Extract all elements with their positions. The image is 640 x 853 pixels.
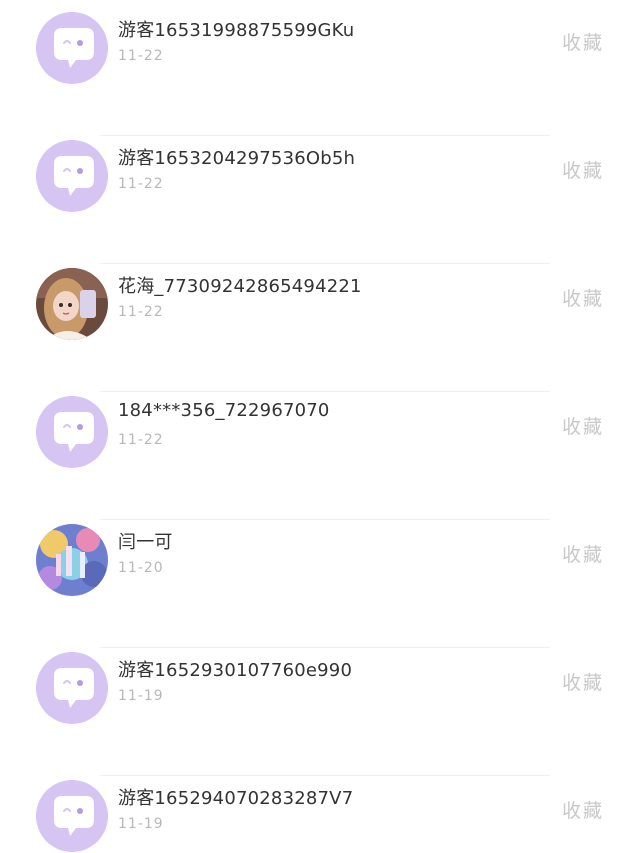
visitor-name: 闫一可: [118, 532, 173, 553]
collect-button[interactable]: 收藏: [562, 796, 604, 823]
chat-bubble-icon: [54, 412, 94, 452]
user-photo: [36, 268, 108, 340]
list-item[interactable]: 184***356_722967070 11-22 收藏: [0, 392, 640, 520]
avatar[interactable]: [36, 524, 108, 596]
avatar[interactable]: [36, 268, 108, 340]
visitor-name: 游客1652930107760e990: [118, 660, 353, 681]
visit-date: 11-22: [118, 304, 164, 320]
list-item[interactable]: 游客16531998875599GKu 11-22 收藏: [0, 8, 640, 136]
visitor-list: 游客16531998875599GKu 11-22 收藏 游客165320429…: [0, 0, 640, 853]
collect-button[interactable]: 收藏: [562, 284, 604, 311]
visitor-name: 游客1653204297536Ob5h: [118, 148, 356, 169]
avatar[interactable]: [36, 396, 108, 468]
avatar[interactable]: [36, 140, 108, 212]
list-item[interactable]: 游客1652930107760e990 11-19 收藏: [0, 648, 640, 776]
collect-button[interactable]: 收藏: [562, 540, 604, 567]
visit-date: 11-22: [118, 432, 164, 448]
visit-date: 11-19: [118, 688, 164, 704]
collect-button[interactable]: 收藏: [562, 28, 604, 55]
chat-bubble-icon: [54, 668, 94, 708]
visit-date: 11-19: [118, 816, 164, 832]
list-item[interactable]: 游客1653204297536Ob5h 11-22 收藏: [0, 136, 640, 264]
list-item[interactable]: 闫一可 11-20 收藏: [0, 520, 640, 648]
user-photo: [36, 524, 108, 596]
visit-date: 11-22: [118, 176, 164, 192]
collect-button[interactable]: 收藏: [562, 412, 604, 439]
collect-button[interactable]: 收藏: [562, 668, 604, 695]
visitor-name: 花海_77309242865494221: [118, 276, 362, 297]
collect-button[interactable]: 收藏: [562, 156, 604, 183]
list-item[interactable]: 花海_77309242865494221 11-22 收藏: [0, 264, 640, 392]
avatar[interactable]: [36, 780, 108, 852]
visitor-name: 184***356_722967070: [118, 400, 330, 421]
chat-bubble-icon: [54, 796, 94, 836]
visit-date: 11-22: [118, 48, 164, 64]
chat-bubble-icon: [54, 28, 94, 68]
avatar[interactable]: [36, 652, 108, 724]
avatar[interactable]: [36, 12, 108, 84]
visit-date: 11-20: [118, 560, 164, 576]
visitor-name: 游客16531998875599GKu: [118, 20, 355, 41]
chat-bubble-icon: [54, 156, 94, 196]
list-item[interactable]: 游客165294070283287V7 11-19 收藏: [0, 776, 640, 853]
visitor-name: 游客165294070283287V7: [118, 788, 354, 809]
